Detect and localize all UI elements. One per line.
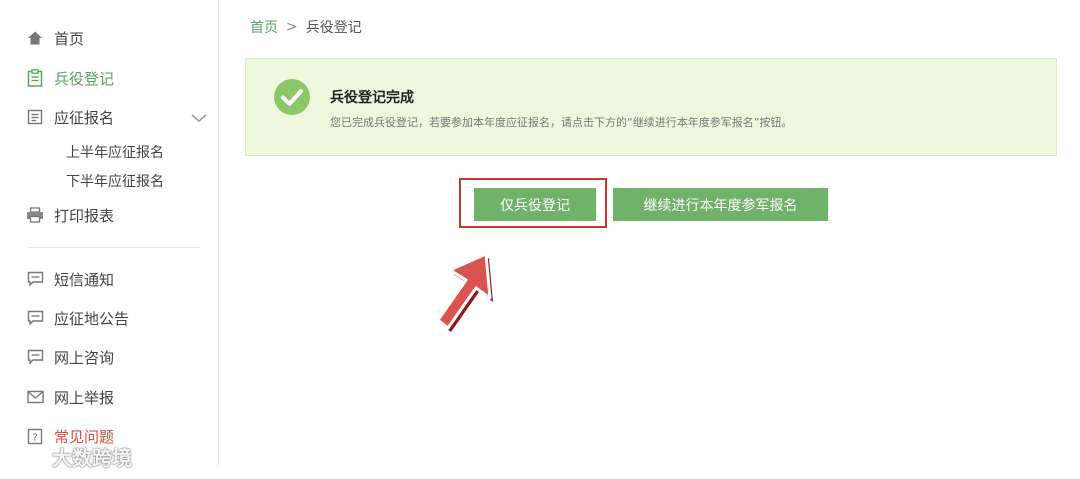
banner-title: 兵役登记完成: [330, 90, 414, 106]
printer-icon: [26, 206, 44, 224]
breadcrumb-home-link[interactable]: 首页: [250, 17, 278, 37]
sidebar-subitem-first-half[interactable]: 上半年应征报名: [66, 142, 164, 162]
home-icon: [26, 29, 44, 47]
sidebar-item-label: 兵役登记: [54, 69, 115, 88]
sidebar-item-military-registration[interactable]: 兵役登记: [26, 66, 114, 90]
continue-enlistment-button[interactable]: 继续进行本年度参军报名: [613, 188, 828, 221]
watermark: 大数跨境: [8, 442, 132, 471]
check-circle-icon: [273, 78, 311, 120]
watermark-text: 大数跨境: [52, 446, 132, 470]
watermark-logo-icon: [8, 442, 48, 471]
sidebar-item-home[interactable]: 首页: [26, 26, 84, 50]
success-banner: 兵役登记完成 您已完成兵役登记，若要参加本年度应征报名，请点击下方的“继续进行本…: [245, 58, 1057, 156]
breadcrumb-separator: >: [286, 19, 298, 35]
sidebar-item-label: 打印报表: [54, 206, 115, 225]
sidebar-item-print-report[interactable]: 打印报表: [26, 203, 114, 227]
form-icon: [26, 108, 44, 126]
message-icon: [26, 309, 44, 327]
pointer-arrow-icon: [428, 250, 500, 340]
sidebar: 首页 兵役登记 应征报名 上半年应征报名 下半年应征报名 打印报表 短信通知 应: [0, 0, 219, 466]
sidebar-item-label: 首页: [54, 29, 85, 48]
sidebar-divider: [28, 247, 200, 248]
sidebar-item-online-consult[interactable]: 网上咨询: [26, 345, 114, 369]
sidebar-item-enlistment-signup[interactable]: 应征报名: [26, 105, 114, 129]
banner-description: 您已完成兵役登记，若要参加本年度应征报名，请点击下方的“继续进行本年度参军报名”…: [330, 116, 793, 129]
sidebar-item-label: 网上咨询: [54, 348, 115, 367]
breadcrumb-current: 兵役登记: [305, 20, 362, 36]
clipboard-icon: [26, 69, 44, 87]
chevron-down-icon[interactable]: [190, 109, 208, 128]
registration-only-button[interactable]: 仅兵役登记: [474, 188, 596, 221]
sidebar-item-label: 应征地公告: [54, 309, 130, 328]
sidebar-item-local-announcement[interactable]: 应征地公告: [26, 306, 129, 330]
message-icon: [26, 348, 44, 366]
sidebar-item-sms-notice[interactable]: 短信通知: [26, 267, 114, 291]
sidebar-subitem-second-half[interactable]: 下半年应征报名: [66, 171, 164, 191]
mail-icon: [26, 388, 44, 406]
sidebar-item-label: 短信通知: [54, 270, 115, 289]
sidebar-item-label: 应征报名: [54, 108, 115, 127]
sidebar-item-label: 网上举报: [54, 388, 115, 407]
breadcrumb: 首页 > 兵役登记: [250, 17, 362, 37]
message-icon: [26, 270, 44, 288]
sidebar-item-online-report[interactable]: 网上举报: [26, 385, 114, 409]
